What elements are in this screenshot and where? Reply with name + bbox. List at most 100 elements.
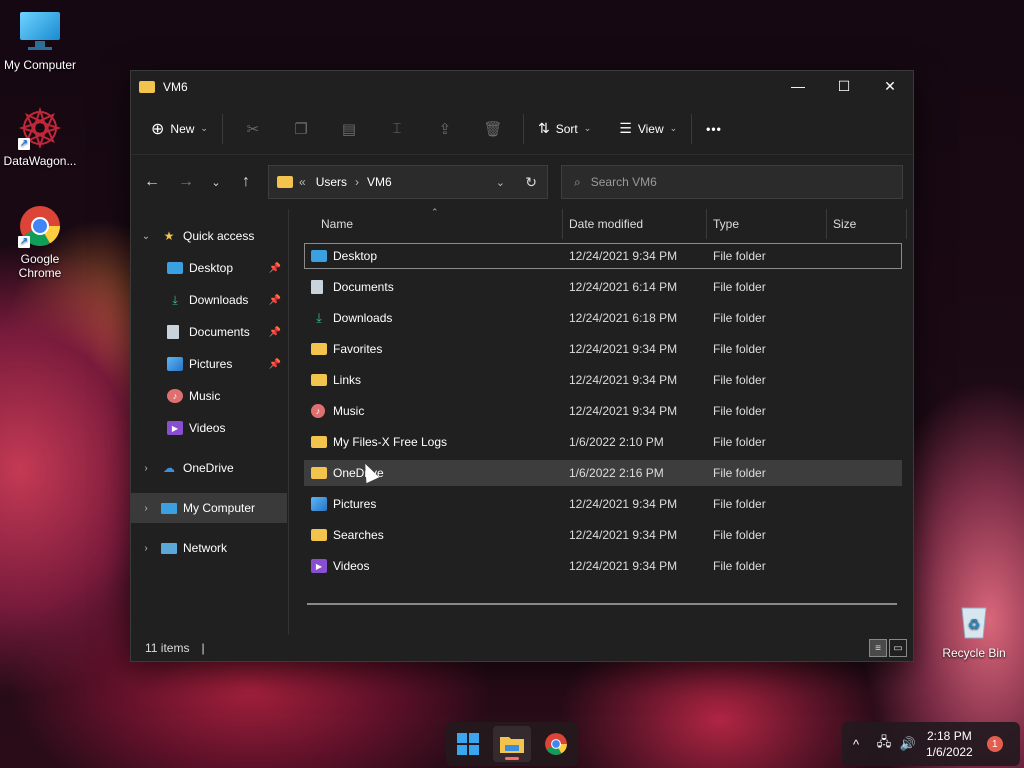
nav-label: Documents bbox=[189, 325, 250, 339]
desktop-icon bbox=[167, 262, 183, 274]
file-row[interactable]: OneDrive 1/6/2022 2:16 PM File folder bbox=[304, 460, 902, 486]
delete-button[interactable]: 🗑 bbox=[469, 113, 517, 145]
breadcrumb-vm6[interactable]: VM6 bbox=[367, 175, 392, 189]
nav-item-music[interactable]: ♪ Music bbox=[131, 381, 287, 411]
desktop-icon-google-chrome[interactable]: ↗ Google Chrome bbox=[0, 204, 80, 280]
nav-label: Music bbox=[189, 389, 221, 403]
nav-quick-access[interactable]: ⌄ ★ Quick access bbox=[131, 221, 287, 251]
volume-icon[interactable]: 🔊 bbox=[896, 736, 920, 752]
arrow-up-icon: ↑ bbox=[242, 173, 250, 190]
breadcrumb-users[interactable]: Users bbox=[316, 175, 347, 189]
forward-button[interactable]: → bbox=[171, 167, 201, 197]
nav-item-videos[interactable]: ▶ Videos bbox=[131, 413, 287, 443]
file-row[interactable]: Pictures 12/24/2021 9:34 PM File folder bbox=[304, 491, 902, 517]
column-header-type[interactable]: Type bbox=[707, 209, 827, 239]
cut-button[interactable]: ✂ bbox=[229, 113, 277, 145]
share-icon: ⇪ bbox=[438, 120, 452, 138]
nav-item-desktop[interactable]: Desktop 📌 bbox=[131, 253, 287, 283]
nav-item-downloads[interactable]: ⤓ Downloads 📌 bbox=[131, 285, 287, 315]
chevron-down-icon[interactable]: ⌄ bbox=[139, 231, 153, 242]
file-date: 12/24/2021 6:18 PM bbox=[569, 311, 678, 325]
arrow-right-icon: → bbox=[178, 173, 194, 190]
chevron-right-icon[interactable]: › bbox=[139, 463, 153, 474]
desktop-icon-label: Recycle Bin bbox=[942, 646, 1006, 660]
desktop-icon-datawagon[interactable]: ↗ DataWagon... bbox=[0, 106, 80, 168]
folder-icon bbox=[311, 374, 327, 386]
refresh-icon[interactable]: ↻ bbox=[525, 174, 537, 191]
videos-icon: ▶ bbox=[311, 559, 327, 573]
pin-icon[interactable]: 📌 bbox=[269, 359, 281, 370]
chevron-up-icon[interactable]: ^ bbox=[844, 737, 868, 752]
file-row[interactable]: Desktop 12/24/2021 9:34 PM File folder bbox=[304, 243, 902, 269]
details-view-icon[interactable]: ≡ bbox=[869, 639, 887, 657]
file-row[interactable]: ▶ Videos 12/24/2021 9:34 PM File folder bbox=[304, 553, 902, 579]
pin-icon[interactable]: 📌 bbox=[269, 263, 281, 274]
title-bar[interactable]: VM6 — ☐ ✕ bbox=[131, 71, 913, 103]
search-input[interactable]: Search VM6 bbox=[591, 175, 657, 189]
file-row[interactable]: Links 12/24/2021 9:34 PM File folder bbox=[304, 367, 902, 393]
share-button[interactable]: ⇪ bbox=[421, 113, 469, 145]
file-row[interactable]: My Files-X Free Logs 1/6/2022 2:10 PM Fi… bbox=[304, 429, 902, 455]
rename-button[interactable]: ⌶ bbox=[373, 113, 421, 145]
back-button[interactable]: ← bbox=[137, 167, 167, 197]
notification-badge[interactable]: 1 bbox=[986, 736, 1003, 752]
pin-icon[interactable]: 📌 bbox=[269, 295, 281, 306]
up-button[interactable]: ↑ bbox=[231, 167, 261, 197]
file-date: 12/24/2021 9:34 PM bbox=[569, 342, 678, 356]
folder-icon bbox=[311, 436, 327, 448]
overflow-breadcrumb[interactable]: « bbox=[299, 175, 306, 189]
chevron-right-icon[interactable]: › bbox=[139, 543, 153, 554]
desktop-icon-recycle-bin[interactable]: ♻ Recycle Bin bbox=[934, 598, 1014, 660]
file-row[interactable]: ⤓ Downloads 12/24/2021 6:18 PM File folde… bbox=[304, 305, 902, 331]
nav-my-computer[interactable]: › My Computer bbox=[131, 493, 287, 523]
file-row[interactable]: Documents 12/24/2021 6:14 PM File folder bbox=[304, 274, 902, 300]
sort-arrows-icon: ⇅ bbox=[537, 120, 550, 136]
more-options-button[interactable]: ••• bbox=[698, 113, 730, 145]
address-bar[interactable]: « Users › VM6 ⌄ ↻ bbox=[268, 165, 548, 199]
paste-button[interactable]: ▤ bbox=[325, 113, 373, 145]
close-button[interactable]: ✕ bbox=[867, 71, 913, 101]
file-row[interactable]: Searches 12/24/2021 9:34 PM File folder bbox=[304, 522, 902, 548]
sort-button[interactable]: ⇅ Sort ⌄ bbox=[530, 113, 599, 145]
file-list: ⌃ Name Date modified Type Size Desktop 1… bbox=[289, 207, 913, 635]
file-row[interactable]: Favorites 12/24/2021 9:34 PM File folder bbox=[304, 336, 902, 362]
nav-label: Network bbox=[183, 541, 228, 555]
nav-network[interactable]: › Network bbox=[131, 533, 287, 563]
network-icon[interactable]: 🖧 bbox=[872, 733, 896, 755]
folder-icon bbox=[311, 467, 327, 479]
nav-onedrive[interactable]: › ☁ OneDrive bbox=[131, 453, 287, 483]
desktop-icon-my-computer[interactable]: My Computer bbox=[0, 10, 80, 72]
start-button[interactable] bbox=[449, 726, 487, 762]
chevron-right-icon[interactable]: › bbox=[139, 503, 153, 514]
new-button[interactable]: ⊕ New ⌄ bbox=[143, 113, 216, 145]
view-button[interactable]: ☰ View ⌄ bbox=[611, 113, 685, 145]
arrow-left-icon: ← bbox=[144, 173, 160, 190]
nav-label: OneDrive bbox=[183, 461, 234, 475]
search-box[interactable]: ⌕ Search VM6 bbox=[561, 165, 903, 199]
taskbar-chrome[interactable] bbox=[537, 726, 575, 762]
copy-button[interactable]: ❐ bbox=[277, 113, 325, 145]
column-header-date[interactable]: Date modified bbox=[563, 209, 707, 239]
file-date: 1/6/2022 2:10 PM bbox=[569, 435, 664, 449]
shortcut-arrow-icon: ↗ bbox=[18, 138, 30, 150]
toolbar-divider bbox=[522, 113, 524, 144]
address-dropdown-icon[interactable]: ⌄ bbox=[496, 176, 505, 189]
maximize-button[interactable]: ☐ bbox=[821, 71, 867, 101]
recent-locations-button[interactable]: ⌄ bbox=[201, 167, 231, 197]
new-label: New bbox=[170, 121, 195, 136]
pin-icon[interactable]: 📌 bbox=[269, 327, 281, 338]
file-date: 12/24/2021 9:34 PM bbox=[569, 373, 678, 387]
tiles-view-icon[interactable]: ▭ bbox=[889, 639, 907, 657]
file-date: 12/24/2021 9:34 PM bbox=[569, 559, 678, 573]
file-date: 12/24/2021 9:34 PM bbox=[569, 497, 678, 511]
minimize-button[interactable]: — bbox=[775, 71, 821, 101]
nav-item-documents[interactable]: Documents 📌 bbox=[131, 317, 287, 347]
clock[interactable]: 2:18 PM 1/6/2022 bbox=[926, 728, 973, 760]
column-header-size[interactable]: Size bbox=[827, 209, 907, 239]
file-row[interactable]: ♪ Music 12/24/2021 9:34 PM File folder bbox=[304, 398, 902, 424]
taskbar-file-explorer[interactable] bbox=[493, 726, 531, 762]
column-header-name[interactable]: Name bbox=[289, 209, 563, 239]
horizontal-scrollbar[interactable] bbox=[307, 603, 897, 605]
documents-icon bbox=[167, 325, 179, 339]
nav-item-pictures[interactable]: Pictures 📌 bbox=[131, 349, 287, 379]
